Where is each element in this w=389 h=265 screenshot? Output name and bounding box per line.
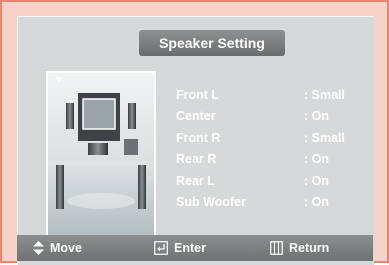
setting-label: Rear L <box>176 173 215 188</box>
move-label: Move <box>50 241 82 255</box>
setting-label: Front R <box>176 130 221 145</box>
front-right-speaker <box>128 103 136 129</box>
screen-frame: Speaker Setting Front L: Small Center:… <box>0 0 389 265</box>
setting-label: Center <box>176 109 216 124</box>
osd-menu-panel: Speaker Setting Front L: Small Center:… <box>17 16 374 265</box>
setting-label: Sub Woofer <box>176 195 246 210</box>
menu-title: Speaker Setting <box>139 30 285 56</box>
setting-value: : Small <box>304 130 345 145</box>
setting-row-rear-l[interactable]: Rear L : On <box>176 170 376 192</box>
rear-right-speaker <box>138 165 146 209</box>
setting-row-front-l[interactable]: Front L : Small <box>176 84 376 106</box>
speaker-room-illustration <box>48 73 154 237</box>
setting-value: : On <box>304 109 329 124</box>
move-hint[interactable]: Move <box>33 241 82 255</box>
setting-row-front-r[interactable]: Front R : Small <box>176 127 376 149</box>
tv-screen <box>82 98 116 130</box>
enter-label: Enter <box>174 241 206 255</box>
footer-hint-bar: Move Enter Return <box>17 235 373 261</box>
enter-hint[interactable]: Enter <box>154 241 206 255</box>
enter-icon <box>154 241 168 255</box>
up-down-arrow-icon <box>33 241 44 255</box>
setting-value: : On <box>304 173 329 188</box>
setting-label: Front L <box>176 87 220 102</box>
speaker-settings-list: Front L : Small Center : On Front R : Sm… <box>176 84 376 213</box>
setting-value: : Small <box>304 87 345 102</box>
setting-label: Rear R <box>176 152 217 167</box>
setting-row-sub-woofer[interactable]: Sub Woofer : On <box>176 192 376 214</box>
speaker-room-image <box>46 71 156 239</box>
setting-value: : On <box>304 152 329 167</box>
front-left-speaker <box>66 103 74 129</box>
rear-left-speaker <box>56 165 64 209</box>
setting-value: : On <box>304 195 329 210</box>
center-speaker <box>88 143 108 155</box>
subwoofer <box>124 139 138 155</box>
return-hint[interactable]: Return <box>270 241 329 255</box>
setting-row-center[interactable]: Center : On <box>176 106 376 128</box>
setting-row-rear-r[interactable]: Rear R : On <box>176 149 376 171</box>
return-icon <box>270 241 283 255</box>
return-label: Return <box>289 241 330 255</box>
